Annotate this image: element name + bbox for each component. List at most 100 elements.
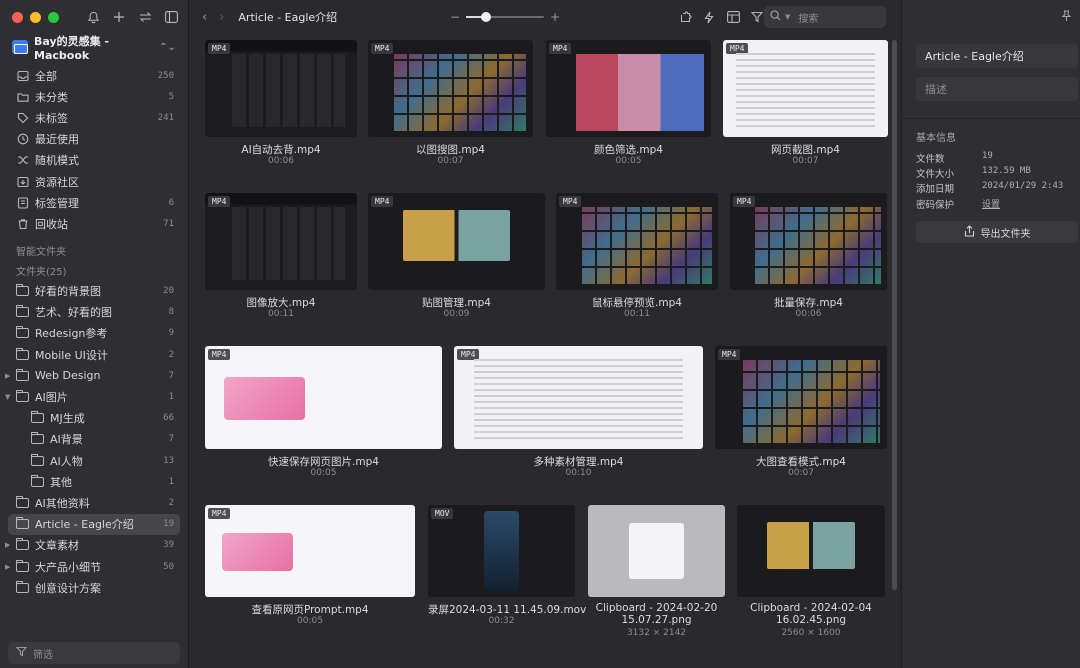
disclosure-collapsed-icon[interactable]: ▶ bbox=[5, 563, 10, 571]
disclosure-expanded-icon[interactable]: ▼ bbox=[5, 393, 10, 401]
filter-icon[interactable] bbox=[750, 10, 764, 24]
sidebar-folder-item[interactable]: ▶ 大产品小细节 50 bbox=[0, 556, 188, 577]
search-field[interactable]: ▼ 搜索 bbox=[764, 6, 886, 28]
back-arrow-icon[interactable]: ‹ bbox=[202, 10, 207, 25]
sidebar-item-tags[interactable]: 标签管理 6 bbox=[0, 192, 188, 213]
sidebar-item-count: 5 bbox=[168, 91, 174, 102]
sidebar-item-random[interactable]: 随机模式 bbox=[0, 150, 188, 171]
asset-card[interactable]: MP4 查看原网页Prompt.mp4 00:05 bbox=[205, 505, 415, 645]
folder-label: AI其他资料 bbox=[35, 496, 90, 510]
asset-card[interactable]: Clipboard - 2024-02-04 16.02.45.png 2560 … bbox=[737, 505, 885, 645]
asset-card[interactable]: MP4 图像放大.mp4 00:11 bbox=[205, 193, 357, 338]
thumbnail-size-slider[interactable]: − + bbox=[450, 10, 560, 24]
asset-card[interactable]: MP4 鼠标悬停预览.mp4 00:11 bbox=[556, 193, 718, 338]
slider-track[interactable] bbox=[466, 12, 544, 22]
folders-heading[interactable]: 文件夹(25) bbox=[0, 261, 188, 281]
asset-thumbnail[interactable]: MP4 bbox=[730, 193, 887, 290]
asset-card[interactable]: MP4 多种素材管理.mp4 00:10 bbox=[454, 346, 703, 497]
plus-icon[interactable] bbox=[112, 9, 126, 25]
sidebar-item-recent[interactable]: 最近使用 bbox=[0, 129, 188, 150]
asset-thumbnail[interactable]: MP4 bbox=[205, 505, 415, 597]
plus-icon[interactable]: + bbox=[550, 10, 560, 24]
asset-card[interactable]: MP4 AI自动去背.mp4 00:06 bbox=[205, 40, 357, 185]
folder-icon bbox=[16, 495, 29, 508]
asset-card[interactable]: MP4 颜色筛选.mp4 00:05 bbox=[546, 40, 711, 185]
pin-icon[interactable] bbox=[1061, 10, 1072, 25]
chevron-updown-icon: ⌃⌄ bbox=[159, 41, 176, 53]
sidebar-item-untagged[interactable]: 未标签 241 bbox=[0, 107, 188, 128]
asset-card[interactable]: MP4 以图搜图.mp4 00:07 bbox=[368, 40, 533, 185]
info-row-file-count: 文件数 19 bbox=[916, 151, 1074, 167]
asset-thumbnail[interactable]: MP4 bbox=[715, 346, 887, 449]
sidebar-folder-item[interactable]: 好看的背景图 20 bbox=[0, 281, 188, 302]
description-field[interactable]: 描述 bbox=[916, 77, 1078, 101]
asset-thumbnail[interactable]: MP4 bbox=[723, 40, 888, 137]
folder-label: AI背景 bbox=[50, 433, 83, 447]
forward-arrow-icon[interactable]: › bbox=[219, 10, 224, 25]
export-folder-button[interactable]: 导出文件夹 bbox=[916, 221, 1078, 243]
sidebar-folder-item[interactable]: ▶ Web Design 7 bbox=[0, 365, 188, 386]
asset-card[interactable]: MP4 网页截图.mp4 00:07 bbox=[723, 40, 888, 185]
asset-thumbnail[interactable]: MP4 bbox=[454, 346, 703, 449]
sidebar-folder-item[interactable]: ▶ 文章素材 39 bbox=[0, 535, 188, 556]
file-type-badge: MP4 bbox=[371, 196, 394, 207]
close-window-button[interactable] bbox=[12, 12, 23, 23]
sidebar-folder-item[interactable]: Mobile UI设计 2 bbox=[0, 344, 188, 365]
asset-card[interactable]: Clipboard - 2024-02-20 15.07.27.png 3132 … bbox=[588, 505, 725, 645]
asset-thumbnail[interactable] bbox=[588, 505, 725, 597]
sidebar-folder-item[interactable]: MJ生成 66 bbox=[0, 408, 188, 429]
sidebar-folder-item[interactable]: Redesign参考 9 bbox=[0, 323, 188, 344]
slider-knob[interactable] bbox=[480, 12, 491, 22]
asset-thumbnail[interactable]: MP4 bbox=[368, 193, 545, 290]
sidebar-toggle-icon[interactable] bbox=[164, 9, 178, 25]
sidebar-folder-item[interactable]: 创意设计方案 bbox=[0, 577, 188, 598]
filter-field[interactable]: 筛选 bbox=[8, 642, 180, 664]
sidebar-folder-item[interactable]: ▼ AI图片 1 bbox=[0, 386, 188, 407]
sidebar-folder-item[interactable]: AI其他资料 2 bbox=[0, 492, 188, 513]
sidebar-folder-item[interactable]: AI背景 7 bbox=[0, 429, 188, 450]
asset-card[interactable]: MP4 大图查看模式.mp4 00:07 bbox=[715, 346, 887, 497]
sidebar-folder-item[interactable]: 艺术、好看的图 8 bbox=[0, 302, 188, 323]
asset-thumbnail[interactable]: MP4 bbox=[368, 40, 533, 137]
asset-thumbnail[interactable]: MP4 bbox=[205, 346, 442, 449]
asset-meta: 00:07 bbox=[792, 156, 819, 166]
folder-label: 创意设计方案 bbox=[35, 581, 101, 595]
sidebar-item-trash[interactable]: 回收站 71 bbox=[0, 213, 188, 234]
sidebar-item-community[interactable]: 资源社区 bbox=[0, 171, 188, 192]
sidebar-folder-item[interactable]: 其他 1 bbox=[0, 471, 188, 492]
asset-thumbnail[interactable]: MP4 bbox=[205, 40, 357, 137]
grid-scrollbar[interactable] bbox=[892, 40, 897, 590]
bell-icon[interactable] bbox=[86, 9, 100, 25]
sidebar-folder-item[interactable]: AI人物 13 bbox=[0, 450, 188, 471]
folder-name-field[interactable]: Article - Eagle介绍 bbox=[916, 44, 1078, 68]
plugin-icon[interactable] bbox=[678, 10, 692, 24]
asset-name: 录屏2024-03-11 11.45.09.mov bbox=[428, 604, 587, 616]
asset-thumbnail[interactable]: MP4 bbox=[546, 40, 711, 137]
bolt-icon[interactable] bbox=[702, 10, 716, 24]
sidebar-toolbar bbox=[86, 9, 178, 25]
sidebar-item-all[interactable]: 全部 250 bbox=[0, 65, 188, 86]
asset-thumbnail[interactable]: MOV bbox=[428, 505, 575, 597]
layout-icon[interactable] bbox=[726, 10, 740, 24]
minus-icon[interactable]: − bbox=[450, 10, 460, 24]
asset-thumbnail[interactable] bbox=[737, 505, 885, 597]
minimize-window-button[interactable] bbox=[30, 12, 41, 23]
info-value: 132.59 MB bbox=[982, 166, 1031, 176]
disclosure-collapsed-icon[interactable]: ▶ bbox=[5, 372, 10, 380]
asset-thumbnail[interactable]: MP4 bbox=[556, 193, 718, 290]
password-set-link[interactable]: 设置 bbox=[982, 197, 1000, 213]
asset-thumbnail[interactable]: MP4 bbox=[205, 193, 357, 290]
asset-card[interactable]: MP4 贴图管理.mp4 00:09 bbox=[368, 193, 545, 338]
zoom-window-button[interactable] bbox=[48, 12, 59, 23]
asset-card[interactable]: MP4 快速保存网页图片.mp4 00:05 bbox=[205, 346, 442, 497]
asset-card[interactable]: MOV 录屏2024-03-11 11.45.09.mov 00:32 bbox=[428, 505, 587, 645]
sync-icon[interactable] bbox=[138, 9, 152, 25]
smart-folders-heading[interactable]: 智能文件夹 bbox=[0, 241, 188, 261]
file-type-badge: MOV bbox=[431, 508, 454, 519]
disclosure-collapsed-icon[interactable]: ▶ bbox=[5, 541, 10, 549]
chevron-down-icon[interactable]: ▼ bbox=[785, 13, 790, 21]
asset-card[interactable]: MP4 批量保存.mp4 00:06 bbox=[730, 193, 887, 338]
sidebar-item-uncategorized[interactable]: 未分类 5 bbox=[0, 86, 188, 107]
library-switcher[interactable]: Bay的灵感集 - Macbook ⌃⌄ bbox=[12, 35, 176, 62]
sidebar-folder-item[interactable]: Article - Eagle介绍 19 bbox=[8, 513, 180, 535]
